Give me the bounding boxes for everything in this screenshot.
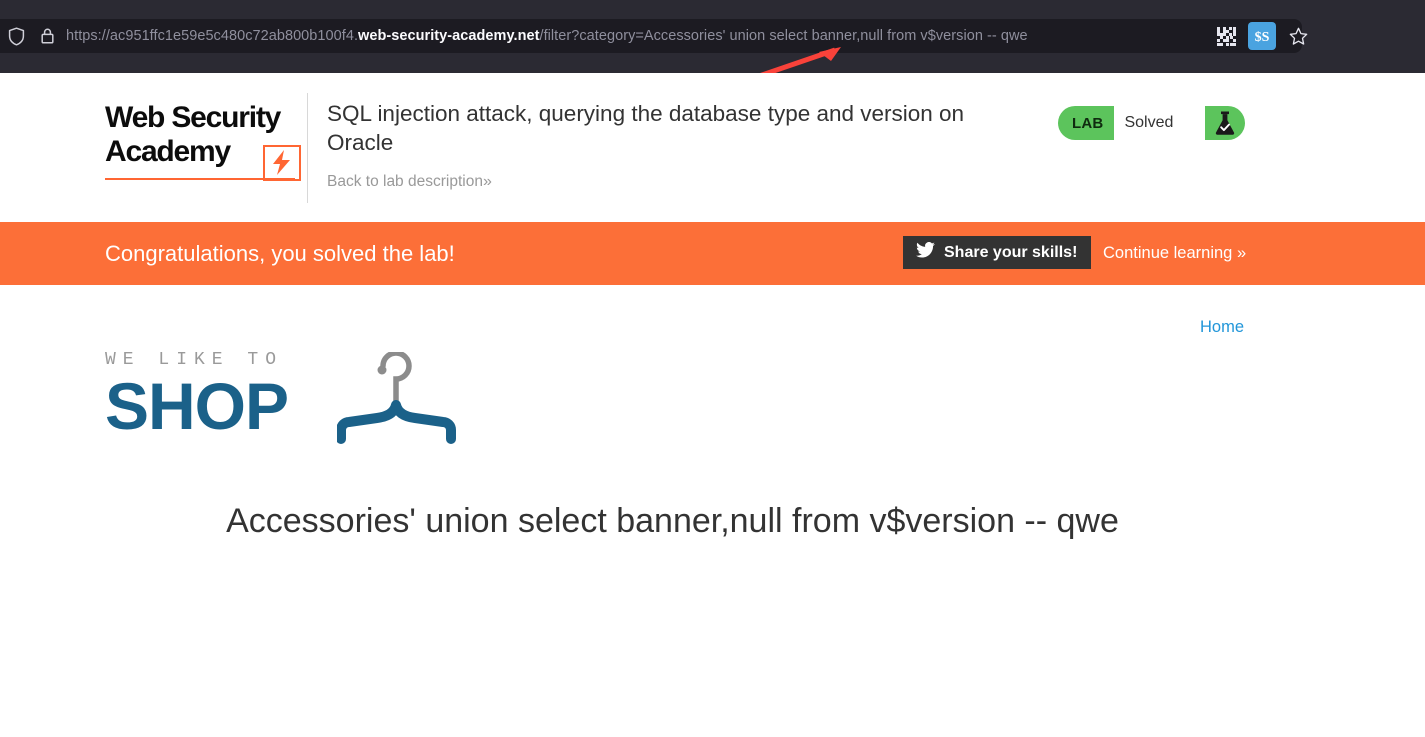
script-extension-icon[interactable]: $S (1248, 22, 1276, 50)
url-path: /filter?category=Accessories' union sele… (539, 28, 1028, 44)
twitter-bird-icon (916, 242, 935, 263)
qr-code-icon[interactable] (1212, 22, 1240, 50)
share-button-label: Share your skills! (944, 243, 1078, 261)
star-bookmark-icon[interactable] (1284, 22, 1312, 50)
browser-toolbar-actions: $S (1212, 19, 1312, 53)
continue-learning-link[interactable]: Continue learning » (1103, 244, 1246, 263)
lab-status-tag: LAB (1072, 114, 1104, 132)
continue-link-chevron-icon: » (1236, 244, 1247, 262)
lab-status-value: Solved (1114, 106, 1205, 140)
flask-check-icon (1205, 106, 1245, 140)
lightning-bolt-icon (263, 145, 301, 181)
back-link-chevron-icon: » (482, 173, 492, 190)
url-prefix: https://ac951ffc1e59e5c480c72ab800b100f4… (66, 28, 359, 44)
congratulations-message: Congratulations, you solved the lab! (105, 240, 455, 266)
back-to-lab-description-link[interactable]: Back to lab description» (327, 173, 492, 191)
search-term-heading: Accessories' union select banner,null fr… (226, 502, 1119, 540)
web-security-academy-logo[interactable]: Web Security Academy (105, 101, 301, 187)
header-divider (307, 93, 308, 203)
shop-content: Home WE LIKE TO SHOP Accessories' union … (0, 285, 1425, 737)
home-link[interactable]: Home (1200, 318, 1244, 337)
address-bar[interactable]: https://ac951ffc1e59e5c480c72ab800b100f4… (0, 19, 1302, 53)
page-content: Web Security Academy SQL injection attac… (0, 73, 1425, 737)
url-host: web-security-academy.net (358, 28, 540, 44)
logo-underline (105, 178, 295, 180)
congratulations-banner: Congratulations, you solved the lab! Sha… (0, 222, 1425, 285)
url-text[interactable]: https://ac951ffc1e59e5c480c72ab800b100f4… (66, 28, 1028, 44)
clothes-hanger-icon (336, 350, 462, 452)
academy-header: Web Security Academy SQL injection attac… (0, 73, 1425, 222)
share-your-skills-button[interactable]: Share your skills! (903, 236, 1092, 269)
shop-logo[interactable]: WE LIKE TO SHOP (105, 350, 485, 455)
svg-text:$S: $S (1255, 30, 1270, 45)
back-link-label: Back to lab description (327, 173, 483, 190)
lock-icon[interactable] (32, 25, 62, 47)
browser-chrome: https://ac951ffc1e59e5c480c72ab800b100f4… (0, 0, 1425, 73)
logo-line-1: Web Security (105, 101, 281, 134)
shield-icon[interactable] (0, 25, 32, 47)
page-title: SQL injection attack, querying the datab… (327, 101, 965, 155)
lab-status-badge: LAB Solved (1058, 106, 1245, 140)
continue-link-label: Continue learning (1103, 244, 1233, 262)
